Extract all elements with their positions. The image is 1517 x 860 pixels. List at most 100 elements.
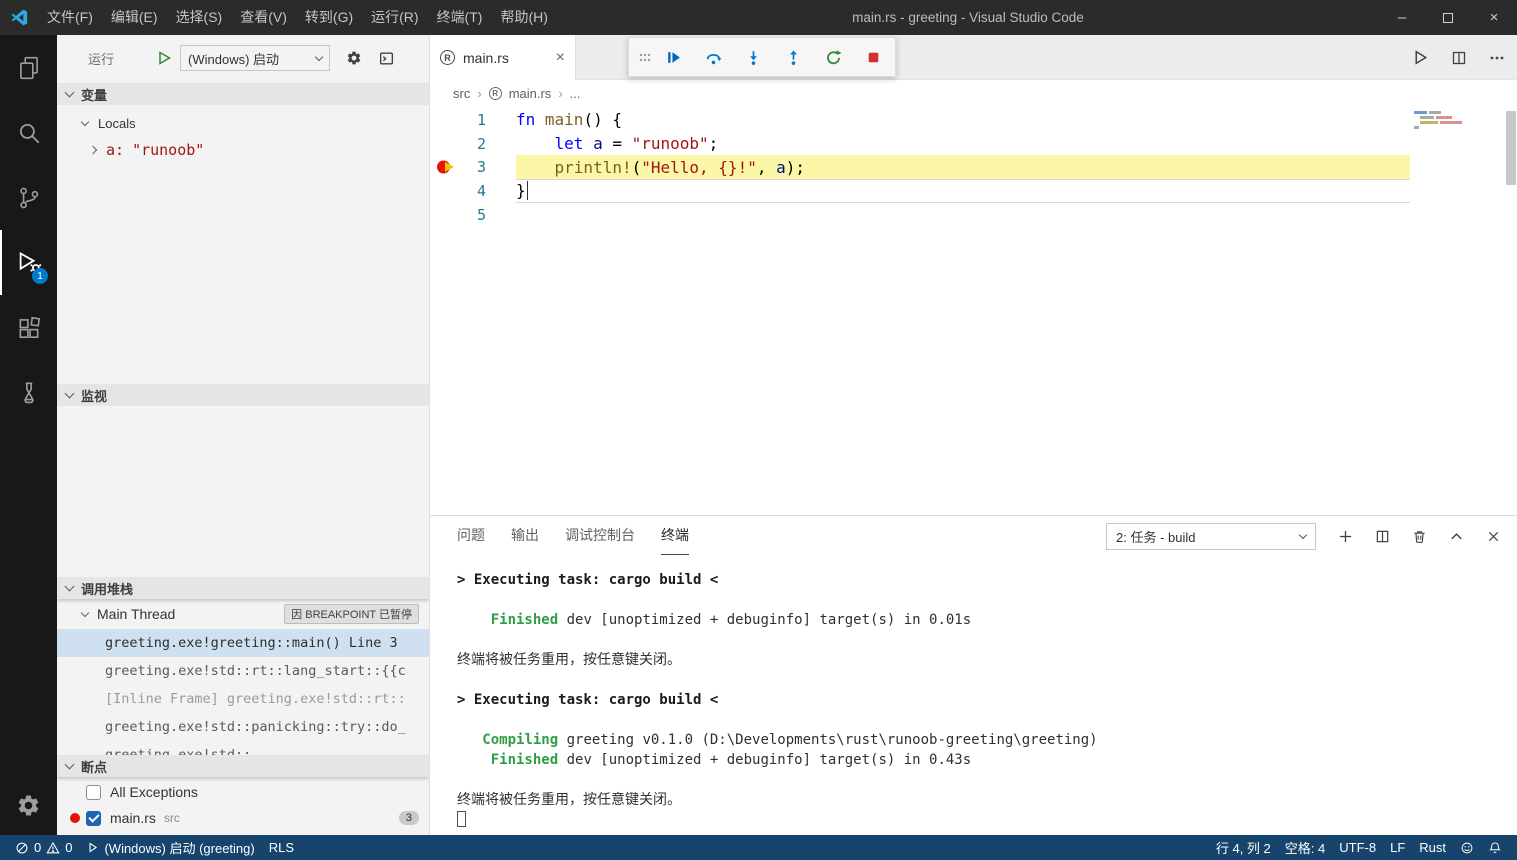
curs-pos-label: 行 4, 列 2 <box>1216 838 1271 857</box>
breakpoints-section-header[interactable]: 断点 <box>57 755 429 777</box>
variables-section-header[interactable]: 变量 <box>57 83 429 105</box>
vscode-logo-icon <box>0 9 38 26</box>
close-button[interactable]: × <box>1471 0 1517 35</box>
menu-item[interactable]: 运行(R) <box>362 0 427 35</box>
sidebar-item-search[interactable] <box>0 100 57 165</box>
menu-item[interactable]: 终端(T) <box>428 0 492 35</box>
drag-handle[interactable] <box>637 53 653 62</box>
restart-button[interactable] <box>813 37 853 77</box>
launch-config-dropdown[interactable]: (Windows) 启动 <box>180 45 330 71</box>
eol-status[interactable]: LF <box>1383 835 1412 860</box>
maximize-panel-icon[interactable] <box>1449 529 1464 544</box>
more-actions-icon[interactable] <box>1489 50 1505 66</box>
breakpoint-row[interactable]: main.rs src 3 <box>57 805 429 831</box>
activity-bar: 1 <box>0 35 57 835</box>
encoding-status[interactable]: UTF-8 <box>1332 835 1383 860</box>
indentation-status[interactable]: 空格: 4 <box>1278 835 1332 860</box>
code-line[interactable]: 4} <box>430 179 1410 203</box>
menu-item[interactable]: 查看(V) <box>231 0 296 35</box>
notifications-status[interactable] <box>1481 835 1509 860</box>
debug-action-toolbar <box>628 37 896 77</box>
variables-header-label: 变量 <box>81 85 107 104</box>
feedback-status[interactable] <box>1453 835 1481 860</box>
scrollbar-thumb[interactable] <box>1506 111 1516 185</box>
stop-button[interactable] <box>853 37 893 77</box>
new-terminal-icon[interactable] <box>1338 529 1353 544</box>
breadcrumb-more[interactable]: ... <box>570 86 581 101</box>
panel-controls: 2: 任务 - build <box>1106 523 1517 550</box>
close-panel-icon[interactable] <box>1486 529 1501 544</box>
stack-frame[interactable]: greeting.exe!std::panicking::try::do_ <box>57 713 429 741</box>
checkbox[interactable] <box>86 811 101 826</box>
watch-section-header[interactable]: 监视 <box>57 384 429 406</box>
step-over-button[interactable] <box>693 37 733 77</box>
code-line[interactable]: 1fn main() { <box>430 108 1410 132</box>
split-terminal-icon[interactable] <box>1375 529 1390 544</box>
maximize-button[interactable] <box>1425 0 1471 35</box>
cursor-position-status[interactable]: 行 4, 列 2 <box>1209 835 1278 860</box>
rust-file-icon: R <box>440 50 455 65</box>
sidebar-item-source-control[interactable] <box>0 165 57 230</box>
stack-frame[interactable]: greeting.exe!std::... <box>57 741 429 755</box>
rust-file-icon: R <box>489 87 502 100</box>
gear-icon <box>16 793 41 818</box>
debug-console-button[interactable] <box>378 50 395 67</box>
stack-frame[interactable]: greeting.exe!greeting::main() Line 3 <box>57 629 429 657</box>
code-line[interactable]: 3 println!("Hello, {}!", a); <box>430 155 1410 179</box>
kill-terminal-icon[interactable] <box>1412 529 1427 544</box>
sidebar-item-test[interactable] <box>0 360 57 425</box>
code-line[interactable]: 2 let a = "runoob"; <box>430 132 1410 156</box>
minimize-button[interactable]: – <box>1379 0 1425 35</box>
minimap[interactable] <box>1410 106 1505 515</box>
panel-tab[interactable]: 终端 <box>661 516 689 555</box>
continue-button[interactable] <box>653 37 693 77</box>
callstack-section-header[interactable]: 调用堆栈 <box>57 577 429 599</box>
beaker-icon <box>16 380 42 406</box>
terminal-dropdown[interactable]: 2: 任务 - build <box>1106 523 1316 550</box>
start-debug-button[interactable] <box>156 50 172 66</box>
terminal-content[interactable]: > Executing task: cargo build < Finished… <box>430 556 1517 835</box>
stack-frame[interactable]: [Inline Frame] greeting.exe!std::rt:: <box>57 685 429 713</box>
rls-status[interactable]: RLS <box>262 835 301 860</box>
breakpoint-count-badge: 3 <box>399 811 419 825</box>
breadcrumb-file[interactable]: main.rs <box>509 86 552 101</box>
tab-close-icon[interactable]: × <box>556 50 565 66</box>
breakpoint-row[interactable]: All Exceptions <box>57 779 429 805</box>
tab-main-rs[interactable]: R main.rs × <box>430 35 576 80</box>
step-out-button[interactable] <box>773 37 813 77</box>
debug-settings-button[interactable] <box>346 50 362 66</box>
editor-scrollbar[interactable] <box>1505 106 1517 515</box>
problems-status[interactable]: 0 0 <box>8 835 79 860</box>
menu-item[interactable]: 转到(G) <box>296 0 362 35</box>
error-count: 0 <box>34 840 41 855</box>
chevron-down-icon <box>65 388 75 398</box>
run-file-icon[interactable] <box>1412 49 1429 66</box>
split-editor-icon[interactable] <box>1451 50 1467 66</box>
scope-row-locals[interactable]: Locals <box>57 111 429 135</box>
menu-item[interactable]: 编辑(E) <box>102 0 167 35</box>
code-token <box>516 134 555 153</box>
breakpoint-detail: src <box>164 811 180 825</box>
menu-item[interactable]: 文件(F) <box>38 0 102 35</box>
sidebar-item-explorer[interactable] <box>0 35 57 100</box>
breadcrumb-folder[interactable]: src <box>453 86 470 101</box>
variable-row[interactable]: a: "runoob" <box>57 138 429 162</box>
step-into-button[interactable] <box>733 37 773 77</box>
launch-status[interactable]: (Windows) 启动 (greeting) <box>79 835 261 860</box>
sidebar-item-extensions[interactable] <box>0 295 57 360</box>
checkbox[interactable] <box>86 785 101 800</box>
menu-item[interactable]: 选择(S) <box>167 0 232 35</box>
menu-item[interactable]: 帮助(H) <box>491 0 556 35</box>
manage-item[interactable] <box>0 775 57 835</box>
panel-tab[interactable]: 输出 <box>511 516 539 555</box>
panel-tab[interactable]: 调试控制台 <box>565 516 635 555</box>
code-line[interactable]: 5 <box>430 203 1410 227</box>
sidebar-item-run-debug[interactable]: 1 <box>0 230 57 295</box>
language-mode-status[interactable]: Rust <box>1412 835 1453 860</box>
breakpoint-label: main.rs <box>110 810 156 826</box>
thread-row[interactable]: Main Thread 因 BREAKPOINT 已暂停 <box>57 601 429 627</box>
code-editor[interactable]: 1fn main() {2 let a = "runoob";3 println… <box>430 106 1517 515</box>
code-token: () { <box>583 110 622 129</box>
panel-tab[interactable]: 问题 <box>457 516 485 555</box>
stack-frame[interactable]: greeting.exe!std::rt::lang_start::{{c <box>57 657 429 685</box>
